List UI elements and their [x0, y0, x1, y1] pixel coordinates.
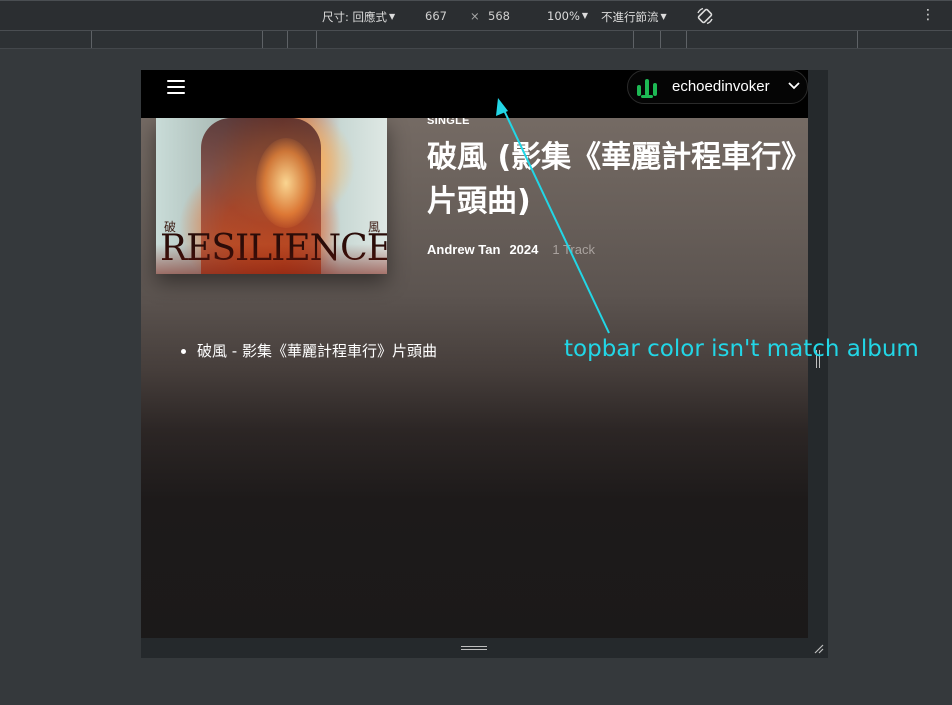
album-title: 破風 (影集《華麗計程車行》片頭曲) [427, 140, 797, 219]
ruler-tick[interactable] [686, 31, 687, 48]
artist-link[interactable]: Andrew Tan [427, 242, 500, 257]
ruler-tick[interactable] [91, 31, 92, 48]
dimensions-label: 尺寸: 回應式 [322, 10, 388, 24]
track-item[interactable]: 破風 - 影集《華麗計程車行》片頭曲 [197, 340, 437, 361]
caret-down-icon: ▼ [660, 12, 667, 21]
zoom-label: 100% [547, 9, 580, 23]
ruler-tick[interactable] [633, 31, 634, 48]
ruler-tick[interactable] [660, 31, 661, 48]
width-input[interactable]: 667 [425, 9, 447, 23]
dimensions-dropdown[interactable]: 尺寸: 回應式 ▼ [322, 9, 395, 25]
viewport-bottom-resize-handle[interactable] [141, 638, 828, 658]
rotate-icon[interactable] [695, 6, 715, 26]
ruler-tick[interactable] [287, 31, 288, 48]
topbar: echoedinvoker [141, 70, 808, 118]
cover-fade [156, 244, 387, 274]
track-list: 破風 - 影集《華麗計程車行》片頭曲 [179, 340, 437, 361]
height-input[interactable]: 568 [488, 9, 510, 23]
resize-grip-icon [461, 646, 487, 650]
corner-resize-icon[interactable] [814, 644, 824, 654]
throttle-label: 不進行節流 [601, 10, 659, 24]
zoom-dropdown[interactable]: 100% ▼ [547, 9, 588, 23]
hamburger-menu-icon[interactable] [167, 80, 185, 94]
throttle-dropdown[interactable]: 不進行節流 ▼ [601, 9, 667, 25]
more-options-icon[interactable]: ⋮ [921, 7, 935, 23]
caret-down-icon: ▼ [581, 11, 589, 20]
album-cover[interactable]: 破 風 RESILIENCE [156, 118, 387, 274]
cover-flame [256, 138, 316, 228]
brand-logo-icon [637, 79, 657, 98]
times-sign: × [470, 9, 480, 23]
ruler-tick[interactable] [316, 31, 317, 48]
ruler-tick[interactable] [857, 31, 858, 48]
release-year: 2024 [509, 242, 539, 257]
track-count: 1 Track [552, 242, 595, 257]
media-query-ruler [0, 31, 952, 49]
ruler-tick[interactable] [262, 31, 263, 48]
user-name: echoedinvoker [672, 78, 770, 95]
album-meta: Andrew Tan 2024 1 Track [427, 242, 595, 257]
annotation-text: topbar color isn't match album [564, 336, 919, 362]
devtools-device-toolbar: 尺寸: 回應式 ▼ 667 × 568 100% ▼ 不進行節流 ▼ ⋮ [0, 0, 952, 31]
caret-down-icon: ▼ [389, 12, 396, 21]
user-menu-button[interactable]: echoedinvoker [627, 70, 808, 104]
chevron-down-icon [788, 82, 800, 90]
